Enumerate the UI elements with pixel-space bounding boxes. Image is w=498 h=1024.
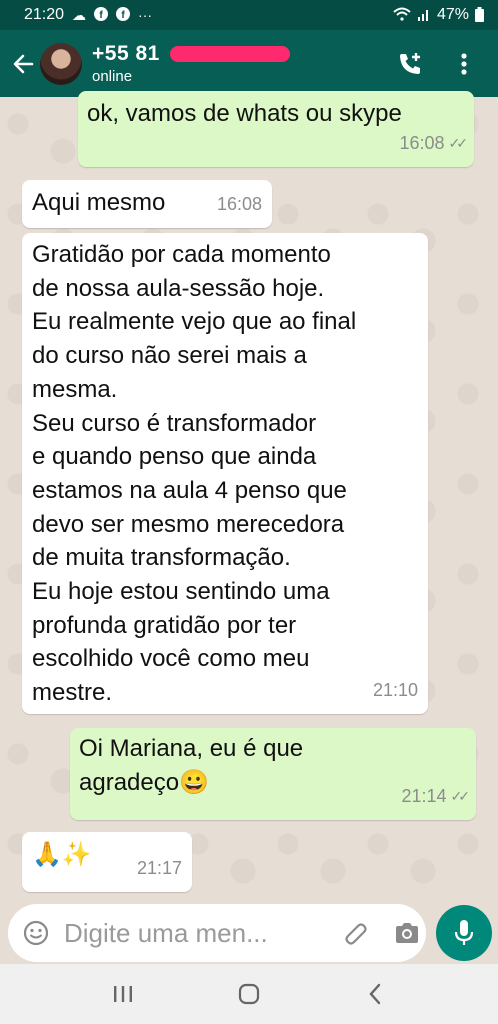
facebook-icon: f [116, 7, 131, 23]
paperclip-icon [345, 923, 367, 945]
avatar[interactable] [40, 42, 82, 85]
facebook-icon: f [94, 7, 109, 23]
wifi-icon [393, 7, 411, 23]
message-text: ok, vamos de whats ou skype [87, 100, 402, 127]
message-time: 21:14 [401, 786, 447, 807]
message-input-container [8, 904, 426, 962]
more-dots-icon: ··· [138, 7, 153, 23]
message-time: 16:08 [399, 133, 445, 154]
double-check-icon: ✓✓ [448, 135, 469, 152]
composer [0, 904, 498, 964]
message-time: 21:10 [372, 680, 418, 701]
contact-info[interactable]: +55 81 online [92, 42, 290, 85]
message-incoming[interactable]: Gratidão por cada momento de nossa aula-… [22, 233, 428, 714]
voice-message-button[interactable] [436, 905, 492, 961]
microphone-icon [454, 920, 474, 945]
system-nav-bar [0, 964, 498, 1024]
camera-button[interactable] [392, 918, 422, 948]
message-outgoing[interactable]: Oi Mariana, eu é que agradeço😀 21:14 ✓✓ [70, 728, 476, 820]
emoji-button[interactable] [20, 917, 52, 949]
redaction-mark [169, 46, 290, 62]
message-incoming[interactable]: Aqui mesmo 16:08 [22, 180, 272, 228]
status-left: 21:20 ☁ f f ··· [24, 6, 152, 24]
battery-icon [475, 6, 484, 24]
double-check-icon: ✓✓ [450, 788, 471, 805]
contact-status: online [92, 68, 133, 85]
message-meta: 21:17 [137, 852, 182, 886]
message-meta: 16:08 [217, 188, 262, 222]
message-meta: 16:08 ✓✓ [399, 127, 469, 161]
add-call-button[interactable] [396, 46, 424, 82]
message-outgoing[interactable]: ok, vamos de whats ou skype 16:08 ✓✓ [78, 91, 474, 167]
attach-button[interactable] [340, 918, 370, 948]
chevron-left-icon [369, 983, 381, 1005]
status-bar: 21:20 ☁ f f ··· 47% [0, 0, 498, 30]
camera-icon [396, 923, 418, 943]
more-vertical-icon [461, 52, 467, 75]
chat-area[interactable]: ok, vamos de whats ou skype 16:08 ✓✓ Aqu… [0, 91, 498, 904]
contact-name-row: +55 81 [92, 42, 290, 66]
home-button[interactable] [229, 974, 269, 1014]
arrow-left-icon [13, 54, 34, 73]
cloud-icon: ☁ [72, 7, 87, 23]
chat-header: +55 81 online [0, 30, 498, 97]
phone-plus-icon [400, 52, 420, 74]
battery-percent: 47% [436, 6, 469, 23]
more-options-button[interactable] [450, 46, 478, 82]
recent-apps-icon [114, 986, 132, 1002]
back-button[interactable] [6, 44, 40, 84]
back-nav-button[interactable] [355, 974, 395, 1014]
recent-apps-button[interactable] [103, 974, 143, 1014]
status-time: 21:20 [24, 6, 65, 23]
header-actions [396, 46, 478, 82]
message-meta: 21:10 [373, 674, 418, 708]
smiley-icon [23, 920, 49, 946]
home-icon [238, 983, 260, 1005]
message-input[interactable] [64, 917, 328, 949]
contact-name: +55 81 [92, 42, 160, 65]
status-right: 47% [393, 6, 484, 24]
message-time: 21:17 [136, 858, 182, 879]
message-meta: 21:14 ✓✓ [401, 780, 471, 814]
message-incoming[interactable]: 🙏✨ 21:17 [22, 832, 192, 892]
message-text: Gratidão por cada momento de nossa aula-… [32, 241, 357, 707]
message-time: 16:08 [216, 194, 262, 215]
signal-icon [417, 7, 431, 23]
